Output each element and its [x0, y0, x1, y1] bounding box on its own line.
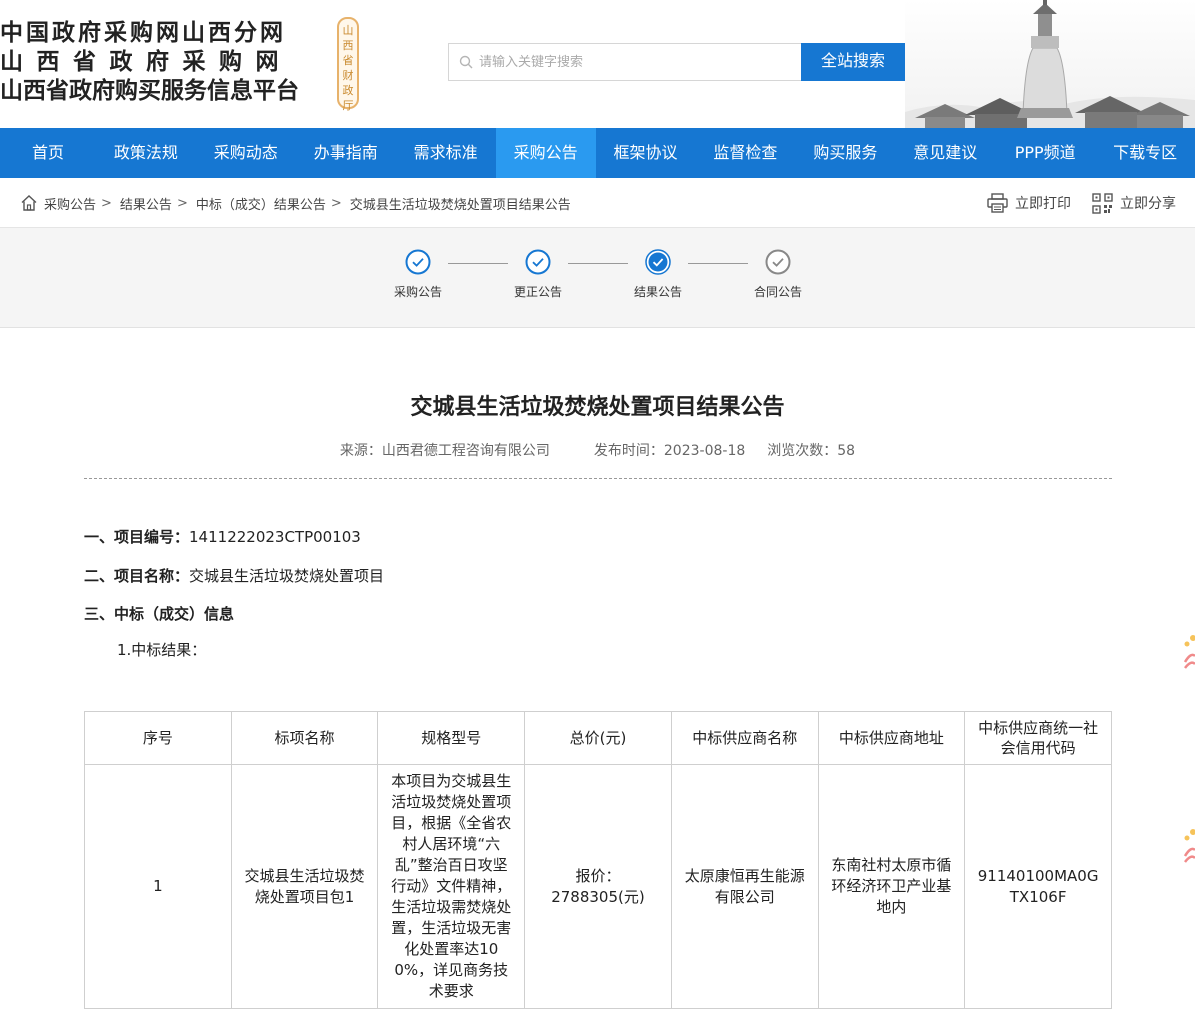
logo-line-1: 中国政府采购网山西分网	[0, 19, 286, 46]
nav-item-downloads[interactable]: 下载专区	[1095, 128, 1195, 178]
cell-item-name: 交城县生活垃圾焚烧处置项目包1	[230, 764, 379, 1009]
col-header-no: 序号	[84, 711, 232, 765]
table-header-row: 序号 标项名称 规格型号 总价(元) 中标供应商名称 中标供应商地址 中标供应商…	[84, 711, 1112, 765]
nav-item-guide[interactable]: 办事指南	[296, 128, 396, 178]
pagoda-banner-image	[905, 0, 1195, 128]
search-input[interactable]	[479, 44, 799, 80]
share-label: 立即分享	[1120, 196, 1176, 212]
floating-decoration-icon	[1183, 829, 1195, 863]
site-header: 中国政府采购网山西分网 山西省政府采购网 山西省政府购买服务信息平台 山西省财政…	[0, 0, 1195, 128]
site-search-button[interactable]: 全站搜索	[801, 43, 905, 81]
col-header-supplier: 中标供应商名称	[670, 711, 819, 765]
page-title: 交城县生活垃圾焚烧处置项目结果公告	[410, 395, 785, 420]
nav-item-standards[interactable]: 需求标准	[396, 128, 496, 178]
logo-line-2: 山西省政府采购网	[0, 48, 292, 75]
col-header-price: 总价(元)	[524, 711, 672, 765]
award-info-heading: 三、中标（成交）信息	[84, 605, 235, 623]
print-label: 立即打印	[1015, 196, 1071, 212]
floating-decoration-icon	[1183, 635, 1195, 669]
qr-code-icon	[1092, 192, 1113, 214]
home-icon[interactable]	[20, 194, 38, 212]
project-number: 一、项目编号：1411222023CTP00103	[84, 526, 361, 547]
seal-text: 山西省财政厅	[342, 24, 354, 112]
printer-icon	[987, 193, 1008, 213]
print-button[interactable]: 立即打印	[987, 178, 1071, 228]
nav-item-supervision[interactable]: 监督检查	[695, 128, 795, 178]
nav-item-news[interactable]: 采购动态	[196, 128, 296, 178]
breadcrumb-separator: >	[176, 195, 188, 211]
cell-no: 1	[84, 764, 232, 1009]
date-value: 2023-08-18	[663, 443, 746, 459]
cell-address: 东南社村太原市循环经济环卫产业基地内	[817, 764, 966, 1009]
search-box	[448, 43, 802, 81]
nav-item-framework[interactable]: 框架协议	[596, 128, 696, 178]
finance-dept-seal: 山西省财政厅	[337, 17, 359, 112]
breadcrumb-item-announcements[interactable]: 采购公告	[44, 194, 96, 213]
step-result[interactable]: 结果公告	[618, 249, 698, 300]
breadcrumb-item-results[interactable]: 结果公告	[120, 194, 172, 213]
breadcrumb-item-award-results[interactable]: 中标（成交）结果公告	[196, 194, 326, 213]
cell-spec: 本项目为交城县生活垃圾焚烧处置项目，根据《全省农村人居环境“六乱”整治百日攻坚行…	[377, 764, 526, 1009]
nav-item-ppp[interactable]: PPP频道	[995, 128, 1095, 178]
check-circle-icon	[405, 249, 431, 275]
source-label: 来源：	[339, 443, 382, 459]
step-label: 结果公告	[633, 285, 682, 299]
project-name: 二、项目名称：交城县生活垃圾焚烧处置项目	[84, 565, 384, 586]
col-header-address: 中标供应商地址	[817, 711, 966, 765]
col-header-credit-code: 中标供应商统一社会信用代码	[964, 711, 1112, 765]
site-logo[interactable]: 中国政府采购网山西分网 山西省政府采购网 山西省政府购买服务信息平台	[0, 18, 299, 105]
step-correction[interactable]: 更正公告	[498, 249, 578, 300]
award-result-subheading: 1.中标结果：	[117, 641, 207, 659]
step-label: 更正公告	[513, 285, 562, 299]
breadcrumb-separator: >	[330, 195, 342, 211]
project-name-label: 二、项目名称：	[84, 567, 190, 585]
process-steps: 采购公告 更正公告 结果公告 合同公告	[0, 228, 1195, 328]
step-label: 合同公告	[753, 285, 802, 299]
nav-item-announcements[interactable]: 采购公告	[495, 128, 596, 178]
project-name-value: 交城县生活垃圾焚烧处置项目	[189, 567, 385, 585]
project-number-label: 一、项目编号：	[84, 528, 190, 546]
nav-item-services[interactable]: 购买服务	[795, 128, 895, 178]
views-label: 浏览次数：	[767, 443, 838, 459]
article-meta: 来源：山西君德工程咨询有限公司 发布时间：2023-08-18 浏览次数：58	[0, 440, 1195, 460]
source-value: 山西君德工程咨询有限公司	[381, 443, 550, 459]
logo-line-3: 山西省政府购买服务信息平台	[0, 77, 299, 104]
nav-item-policy[interactable]: 政策法规	[96, 128, 196, 178]
award-result-table: 序号 标项名称 规格型号 总价(元) 中标供应商名称 中标供应商地址 中标供应商…	[84, 711, 1112, 1009]
share-button[interactable]: 立即分享	[1092, 178, 1176, 228]
table-row: 1 交城县生活垃圾焚烧处置项目包1 本项目为交城县生活垃圾焚烧处置项目，根据《全…	[84, 764, 1112, 1009]
main-nav: 首页 政策法规 采购动态 办事指南 需求标准 采购公告 框架协议 监督检查 购买…	[0, 128, 1195, 178]
cell-price: 报价：2788305(元)	[524, 764, 672, 1009]
views-value: 58	[837, 443, 856, 459]
breadcrumb-item-current: 交城县生活垃圾焚烧处置项目结果公告	[349, 197, 571, 213]
date-label: 发布时间：	[593, 443, 664, 459]
nav-item-home[interactable]: 首页	[0, 128, 96, 178]
col-header-item-name: 标项名称	[230, 711, 379, 765]
title-divider	[84, 478, 1112, 479]
col-header-spec: 规格型号	[377, 711, 526, 765]
cell-credit-code: 91140100MA0GTX106F	[964, 764, 1112, 1009]
project-number-value: 1411222023CTP00103	[189, 528, 361, 546]
breadcrumb: 采购公告 > 结果公告 > 中标（成交）结果公告 > 交城县生活垃圾焚烧处置项目…	[20, 178, 571, 228]
step-label: 采购公告	[393, 285, 442, 299]
search-icon	[459, 55, 473, 69]
check-circle-filled-icon	[645, 249, 671, 275]
breadcrumb-bar: 采购公告 > 结果公告 > 中标（成交）结果公告 > 交城县生活垃圾焚烧处置项目…	[0, 178, 1195, 228]
breadcrumb-separator: >	[101, 195, 112, 211]
step-contract[interactable]: 合同公告	[738, 249, 818, 300]
cell-supplier: 太原康恒再生能源有限公司	[670, 764, 819, 1009]
step-procurement[interactable]: 采购公告	[378, 249, 458, 300]
check-circle-icon	[765, 249, 791, 275]
check-circle-icon	[525, 249, 551, 275]
nav-item-feedback[interactable]: 意见建议	[895, 128, 995, 178]
